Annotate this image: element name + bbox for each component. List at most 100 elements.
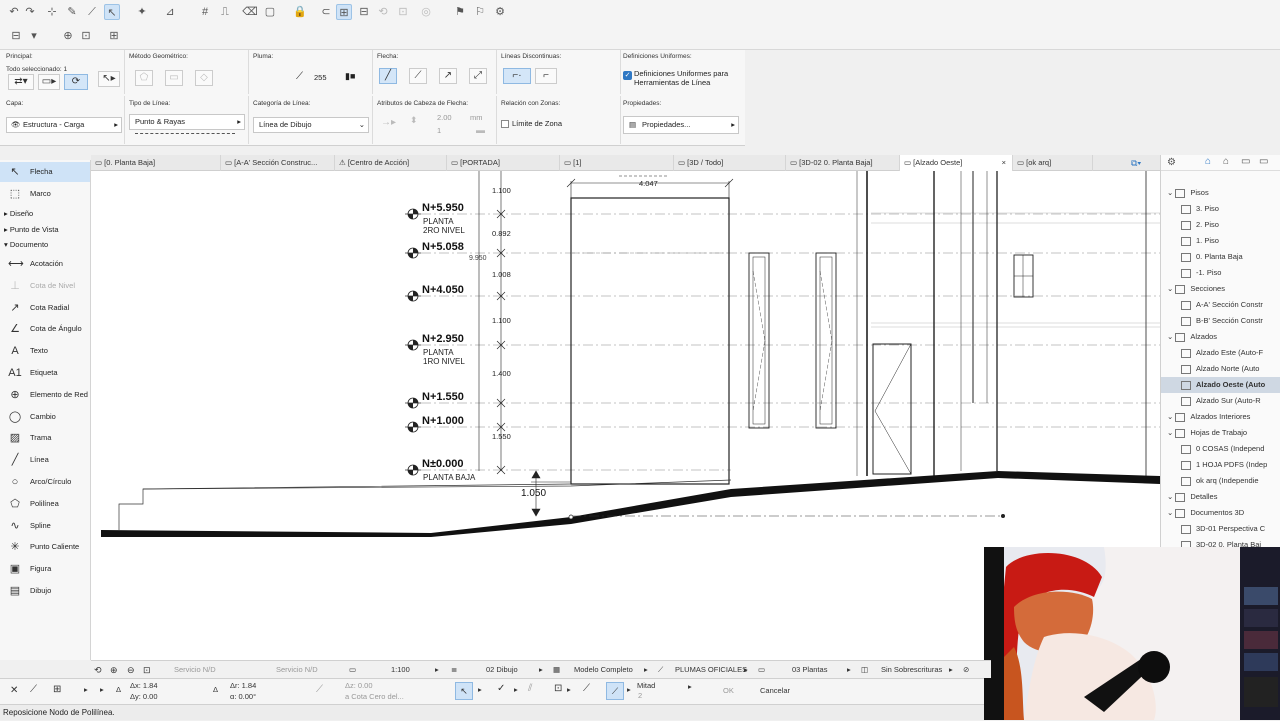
snap-mode-value[interactable]: 2 bbox=[638, 691, 642, 700]
view-tab[interactable]: ▭ [ok arq] bbox=[1013, 155, 1093, 171]
tool-fill[interactable]: ▨ Trama bbox=[0, 428, 90, 448]
zoom-out-icon[interactable]: ⊖ bbox=[127, 661, 135, 679]
snap-mode-label[interactable]: Mitad bbox=[637, 681, 655, 690]
flag-icon[interactable]: ⚑ bbox=[452, 4, 468, 20]
navigator-item[interactable]: ⌄ Alzados bbox=[1161, 329, 1280, 345]
navigator-item[interactable]: Alzado Norte (Auto bbox=[1161, 361, 1280, 377]
view-tab[interactable]: ▭ [Alzado Oeste] × bbox=[900, 155, 1013, 171]
view-tab[interactable]: ▭ [3D / Todo] bbox=[674, 155, 786, 171]
uniform-definitions-checkbox[interactable]: ✓ bbox=[623, 71, 632, 80]
level-marker[interactable]: N+4.050 bbox=[405, 284, 464, 302]
group-icon[interactable]: ⊡ bbox=[395, 4, 411, 20]
layer-select[interactable]: 👁 Estructura - Carga ▸ bbox=[6, 117, 122, 133]
arrow-start-button[interactable]: ⟋ bbox=[409, 68, 427, 84]
snap-point-icon[interactable]: ⟋ bbox=[606, 682, 624, 700]
navigator-item[interactable]: -1. Piso bbox=[1161, 265, 1280, 281]
layout-tool-icon[interactable]: ▾ bbox=[26, 28, 42, 44]
tool-change[interactable]: ◯ Cambio bbox=[0, 407, 90, 427]
tool-grid-element[interactable]: ⊕ Elemento de Red bbox=[0, 385, 90, 405]
navigator-item[interactable]: 0. Planta Baja bbox=[1161, 249, 1280, 265]
tool-label[interactable]: A1 Etiqueta bbox=[0, 363, 90, 383]
settings-icon[interactable]: ⚙ bbox=[492, 4, 508, 20]
worksheet-icon[interactable]: ⊞ bbox=[106, 28, 122, 44]
level-marker[interactable]: N+5.950 PLANTA2RO NIVEL bbox=[405, 202, 465, 235]
layout-icon[interactable]: ⊿ bbox=[162, 4, 178, 20]
navigator-item[interactable]: 3. Piso bbox=[1161, 201, 1280, 217]
chevron-down-icon[interactable]: ⌄ bbox=[1167, 412, 1175, 421]
chevron-down-icon[interactable]: ⌄ bbox=[1167, 188, 1175, 197]
service-2[interactable]: Servicio N/D bbox=[276, 661, 318, 679]
detail-icon[interactable]: ⊡ bbox=[78, 28, 94, 44]
navigator-item[interactable]: ⌄ Secciones bbox=[1161, 281, 1280, 297]
line-type-select[interactable]: Punto & Rayas ▸ bbox=[129, 114, 245, 130]
inject-icon[interactable]: ⊹ bbox=[44, 4, 60, 20]
layer-combo-select[interactable]: 02 Dibujo bbox=[486, 661, 518, 679]
chevron-down-icon[interactable]: ⌄ bbox=[1167, 492, 1175, 501]
line-category-select[interactable]: Línea de Dibujo ⌄ bbox=[253, 117, 369, 133]
dashed-mode-2-button[interactable]: ⌐ bbox=[535, 68, 557, 84]
delta-y-value[interactable]: Δy: 0.00 bbox=[130, 692, 158, 701]
tool-marquee[interactable]: ⬚ Marco bbox=[0, 184, 90, 204]
level-marker[interactable]: N+1.000 bbox=[405, 415, 464, 433]
pen-icon[interactable]: ⟋ bbox=[84, 4, 100, 20]
redo-icon[interactable]: ↷ bbox=[22, 4, 38, 20]
tool-drawing[interactable]: ▤ Dibujo bbox=[0, 581, 90, 601]
next-icon[interactable]: ▸ bbox=[100, 685, 104, 694]
eraser-icon[interactable]: ⌫ bbox=[242, 4, 258, 20]
arrow-selection-icon[interactable]: ↖ bbox=[104, 4, 120, 20]
tab-list-icon[interactable]: ⧉▾ bbox=[1131, 155, 1141, 171]
tool-angle-dimension[interactable]: ∠ Cota de Ángulo bbox=[0, 319, 90, 339]
chevron-down-icon[interactable]: ⌄ bbox=[1167, 284, 1175, 293]
navigator-item[interactable]: Alzado Sur (Auto-R bbox=[1161, 393, 1280, 409]
navigator-item[interactable]: 3D-01 Perspectiva C bbox=[1161, 521, 1280, 537]
close-icon[interactable]: ✕ bbox=[10, 685, 18, 696]
delta-x-value[interactable]: Δx: 1.84 bbox=[130, 681, 158, 690]
arrow-both-button[interactable]: ⤢ bbox=[469, 68, 487, 84]
zoom-in-icon[interactable]: ⊕ bbox=[110, 661, 118, 679]
scale-select[interactable]: 1:100 bbox=[391, 661, 410, 679]
polyline-node-icon[interactable]: ↖ bbox=[455, 682, 473, 700]
cancel-button[interactable]: Cancelar bbox=[760, 686, 790, 695]
arrow-none-button[interactable]: ╱ bbox=[379, 68, 397, 84]
grid-icon[interactable]: # bbox=[197, 4, 213, 20]
parallel-icon[interactable]: ⫽ bbox=[528, 683, 532, 694]
mirror-icon[interactable]: ⊟ bbox=[356, 4, 372, 20]
level-marker[interactable]: N+1.550 bbox=[405, 391, 464, 409]
navigator-item[interactable]: A-A' Sección Constr bbox=[1161, 297, 1280, 313]
trace-icon[interactable]: ⎍ bbox=[217, 4, 233, 20]
navigator-item[interactable]: ⌄ Documentos 3D bbox=[1161, 505, 1280, 521]
tool-hotspot[interactable]: ✳ Punto Caliente bbox=[0, 537, 90, 557]
navigator-item[interactable]: 0 COSAS (Independ bbox=[1161, 441, 1280, 457]
pen-color-swatch[interactable]: ▮■ bbox=[345, 71, 355, 82]
navigator-item[interactable]: 2. Piso bbox=[1161, 217, 1280, 233]
snap-icon[interactable]: ⟋ bbox=[30, 684, 37, 695]
publisher-icon[interactable]: ▭ bbox=[1259, 156, 1268, 167]
tool-arrow[interactable]: ↖ Flecha bbox=[0, 162, 90, 182]
view-tab[interactable]: ▭ [1] bbox=[560, 155, 674, 171]
zone-boundary-checkbox[interactable] bbox=[501, 120, 509, 128]
pointer-button[interactable]: ↖▸ bbox=[98, 71, 120, 87]
section-marker-icon[interactable]: ⊕ bbox=[60, 28, 76, 44]
tool-dimension[interactable]: ⟷ Acotación bbox=[0, 254, 90, 274]
prev-icon[interactable]: ▸ bbox=[84, 685, 88, 694]
tool-figure[interactable]: ▣ Figura bbox=[0, 559, 90, 579]
navigator-item[interactable]: ⌄ Pisos bbox=[1161, 185, 1280, 201]
view-map-icon[interactable]: ⌂ bbox=[1223, 156, 1229, 167]
delta-r-value[interactable]: Δr: 1.84 bbox=[230, 681, 256, 690]
navigator-item[interactable]: 1. Piso bbox=[1161, 233, 1280, 249]
eyedropper-icon[interactable]: ✎ bbox=[64, 4, 80, 20]
service-1[interactable]: Servicio N/D bbox=[174, 661, 216, 679]
view-tab[interactable]: ▭ [0. Planta Baja] bbox=[91, 155, 221, 171]
ungroup-icon[interactable]: ◎ bbox=[418, 4, 434, 20]
arrow-size-stepper[interactable]: ⬍ bbox=[410, 115, 418, 126]
magic-wand-icon[interactable]: ✦ bbox=[134, 4, 150, 20]
method-rotated-button[interactable]: ◇ bbox=[195, 70, 213, 86]
navigator-item[interactable]: 1 HOJA PDFS (Indep bbox=[1161, 457, 1280, 473]
arrow-size-value[interactable]: 2.00 bbox=[437, 113, 452, 122]
layout-book-icon[interactable]: ▭ bbox=[1241, 156, 1250, 167]
view-tab[interactable]: ▭ [PORTADA] bbox=[447, 155, 560, 171]
view-tab[interactable]: ⚠ [Centro de Acción] bbox=[335, 155, 447, 171]
category-viewpoint[interactable]: ▸ Punto de Vista bbox=[0, 223, 90, 237]
close-tab-icon[interactable]: × bbox=[1002, 155, 1006, 171]
layers-panel-icon[interactable]: ⊟ bbox=[8, 28, 24, 44]
